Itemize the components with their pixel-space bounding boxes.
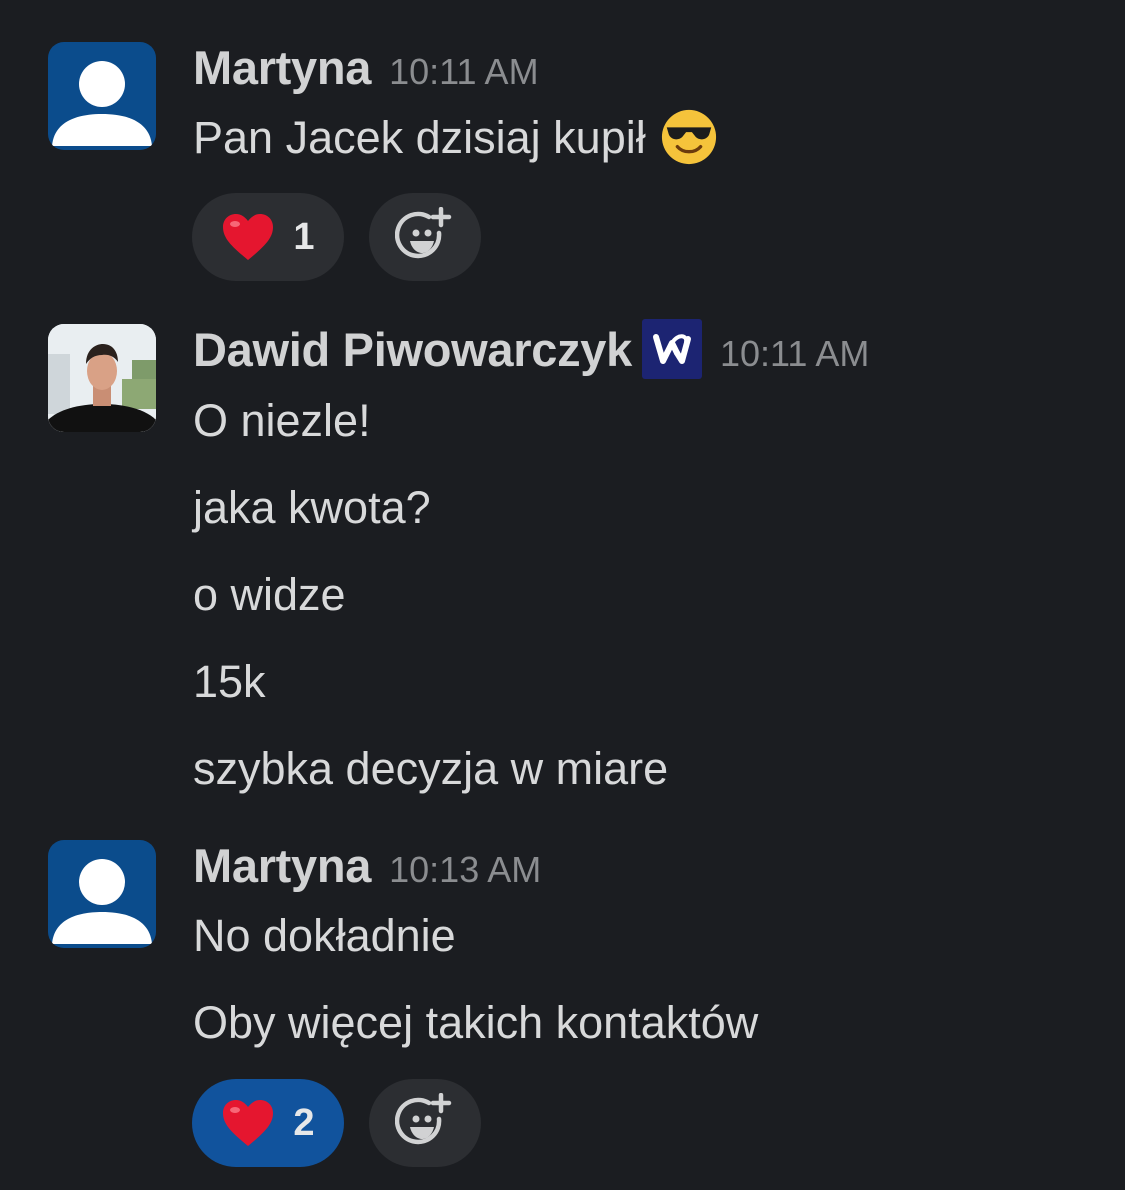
author-name[interactable]: Martyna (193, 838, 371, 893)
message-text: No dokładnie (193, 910, 456, 961)
timestamp[interactable]: 10:11 AM (389, 51, 538, 93)
reaction-heart[interactable]: 1 (192, 193, 344, 281)
default-user-icon (52, 859, 152, 944)
add-reaction-button[interactable] (369, 193, 481, 281)
message-text: 15k (193, 656, 266, 707)
message-text: szybka decyzja w miare (193, 743, 669, 794)
avatar[interactable] (48, 840, 156, 948)
add-emoji-icon (395, 207, 452, 259)
profile-photo (48, 324, 156, 432)
add-reaction-button[interactable] (369, 1079, 481, 1167)
avatar[interactable] (48, 42, 156, 150)
avatar[interactable] (48, 324, 156, 432)
sunglasses-emoji-icon (661, 110, 716, 165)
author-name[interactable]: Dawid Piwowarczyk (193, 322, 632, 377)
message-text: jaka kwota? (193, 482, 431, 533)
w-logo-badge-icon[interactable] (641, 319, 702, 379)
default-user-icon (52, 61, 152, 146)
message-text: Pan Jacek dzisiaj kupił (193, 112, 646, 163)
heart-emoji-icon (223, 1100, 274, 1146)
author-name[interactable]: Martyna (193, 40, 371, 95)
message-text: o widze (193, 569, 346, 620)
message-text: O niezle! (193, 395, 371, 446)
heart-emoji-icon (223, 214, 274, 260)
message-text: Oby więcej takich kontaktów (193, 997, 759, 1048)
timestamp[interactable]: 10:11 AM (720, 333, 869, 375)
add-emoji-icon (395, 1093, 452, 1145)
reaction-count: 2 (293, 1101, 315, 1144)
reaction-count: 1 (293, 215, 315, 258)
reaction-heart[interactable]: 2 (192, 1079, 344, 1167)
timestamp[interactable]: 10:13 AM (389, 849, 541, 891)
